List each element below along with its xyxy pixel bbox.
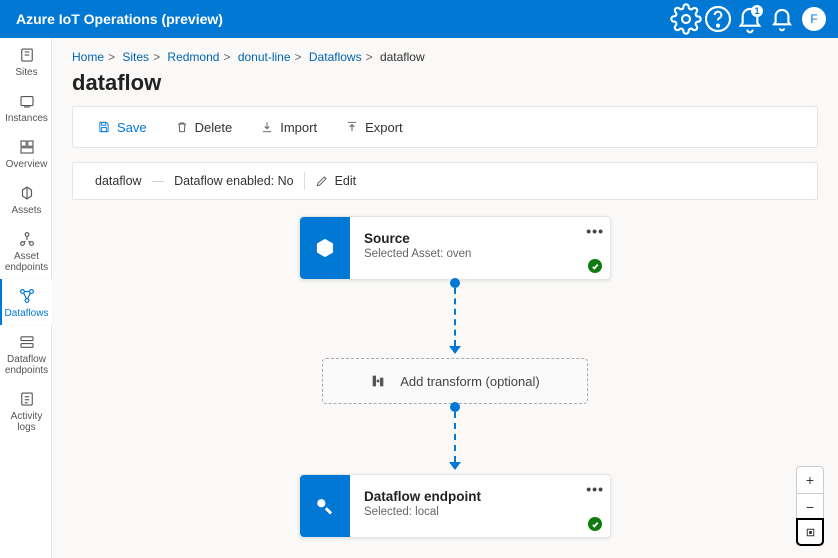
breadcrumb-link[interactable]: Redmond bbox=[167, 50, 219, 64]
endpoint-node[interactable]: Dataflow endpoint Selected: local ••• bbox=[299, 474, 611, 538]
notification-badge: 1 bbox=[751, 5, 763, 17]
sidebar-label: Dataflows bbox=[5, 308, 49, 319]
app-title: Azure IoT Operations (preview) bbox=[16, 11, 670, 27]
zoom-in-button[interactable]: + bbox=[797, 467, 823, 493]
sidebar-item-asset-endpoints[interactable]: Asset endpoints bbox=[0, 222, 51, 279]
alert-icon[interactable]: 1 bbox=[734, 3, 766, 35]
edit-button[interactable]: Edit bbox=[305, 174, 367, 188]
endpoint-icon bbox=[300, 475, 350, 537]
sidebar-label: Asset endpoints bbox=[2, 251, 51, 273]
page-title: dataflow bbox=[72, 70, 818, 96]
settings-icon[interactable] bbox=[670, 3, 702, 35]
sidebar-label: Assets bbox=[11, 205, 41, 216]
import-label: Import bbox=[280, 120, 317, 135]
delete-label: Delete bbox=[195, 120, 233, 135]
more-icon[interactable]: ••• bbox=[586, 223, 604, 239]
sidebar-label: Sites bbox=[15, 67, 37, 78]
status-check-icon bbox=[588, 517, 602, 531]
status-check-icon bbox=[588, 259, 602, 273]
breadcrumb-link[interactable]: Dataflows bbox=[309, 50, 362, 64]
save-label: Save bbox=[117, 120, 147, 135]
avatar[interactable]: F bbox=[802, 7, 826, 31]
sidebar-label: Instances bbox=[5, 113, 48, 124]
breadcrumb-link[interactable]: donut-line bbox=[238, 50, 291, 64]
help-icon[interactable] bbox=[702, 3, 734, 35]
cube-icon bbox=[300, 217, 350, 279]
sidebar-label: Overview bbox=[6, 159, 48, 170]
sidebar-item-instances[interactable]: Instances bbox=[0, 84, 51, 130]
breadcrumb: Home> Sites> Redmond> donut-line> Datafl… bbox=[72, 50, 818, 64]
endpoint-title: Dataflow endpoint bbox=[364, 489, 598, 504]
export-label: Export bbox=[365, 120, 403, 135]
sidebar-item-overview[interactable]: Overview bbox=[0, 130, 51, 176]
add-transform-button[interactable]: Add transform (optional) bbox=[322, 358, 588, 404]
breadcrumb-link[interactable]: Home bbox=[72, 50, 104, 64]
edit-label: Edit bbox=[335, 174, 357, 188]
export-button[interactable]: Export bbox=[331, 107, 417, 147]
breadcrumb-current: dataflow bbox=[380, 50, 425, 64]
zoom-out-button[interactable]: − bbox=[797, 493, 823, 519]
dataflow-enabled-status: Dataflow enabled: No bbox=[164, 174, 304, 188]
sidebar-item-dataflows[interactable]: Dataflows bbox=[0, 279, 51, 325]
sidebar-item-activity-logs[interactable]: Activity logs bbox=[0, 382, 51, 439]
source-title: Source bbox=[364, 231, 598, 246]
source-subtitle: Selected Asset: oven bbox=[364, 248, 598, 260]
sidebar-label: Dataflow endpoints bbox=[2, 354, 51, 376]
more-icon[interactable]: ••• bbox=[586, 481, 604, 497]
sidebar-item-assets[interactable]: Assets bbox=[0, 176, 51, 222]
delete-button[interactable]: Delete bbox=[161, 107, 247, 147]
save-button[interactable]: Save bbox=[83, 107, 161, 147]
import-button[interactable]: Import bbox=[246, 107, 331, 147]
dataflow-name: dataflow bbox=[85, 174, 152, 188]
sidebar-label: Activity logs bbox=[2, 411, 51, 433]
sidebar-item-dataflow-endpoints[interactable]: Dataflow endpoints bbox=[0, 325, 51, 382]
sidebar-item-sites[interactable]: Sites bbox=[0, 38, 51, 84]
endpoint-subtitle: Selected: local bbox=[364, 506, 598, 518]
bell-icon[interactable] bbox=[766, 3, 798, 35]
add-transform-label: Add transform (optional) bbox=[400, 374, 539, 389]
breadcrumb-link[interactable]: Sites bbox=[122, 50, 149, 64]
zoom-fit-button[interactable] bbox=[797, 519, 823, 545]
source-node[interactable]: Source Selected Asset: oven ••• bbox=[299, 216, 611, 280]
